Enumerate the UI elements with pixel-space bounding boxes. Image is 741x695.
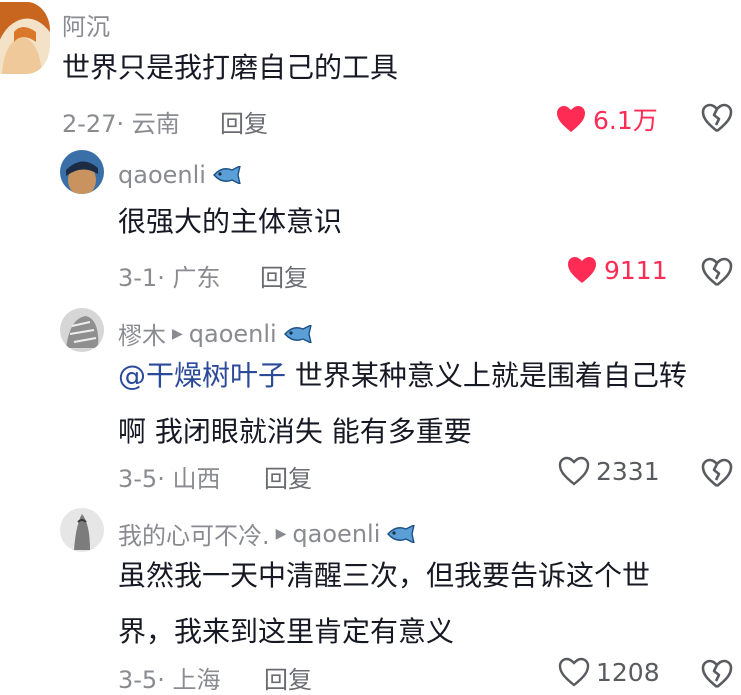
fish-badge-icon — [387, 524, 416, 543]
avatar[interactable] — [60, 150, 104, 194]
like-button[interactable]: 9111 — [566, 255, 668, 285]
like-count: 2331 — [596, 456, 660, 486]
broken-heart-icon[interactable] — [700, 657, 734, 691]
comment-text: @干燥树叶子 世界某种意义上就是围着自己转 啊 我闭眼就消失 能有多重要 — [118, 348, 687, 460]
username[interactable]: 阿沉 — [62, 7, 110, 42]
comment-location: 广东 — [172, 264, 221, 292]
comment-line: 界，我来到这里肯定有意义 — [118, 615, 455, 648]
reply-button[interactable]: 回复 — [264, 660, 312, 695]
username[interactable]: qaoenli — [118, 161, 242, 189]
comment-text: 世界只是我打磨自己的工具 — [62, 40, 398, 96]
comment-line: 啊 我闭眼就消失 能有多重要 — [118, 415, 472, 448]
username[interactable]: 樛木 ▶ qaoenli — [118, 316, 313, 351]
broken-heart-icon[interactable] — [700, 255, 734, 289]
comment-line: 虽然我一天中清醒三次，但我要告诉这个世 — [118, 559, 651, 592]
comment-date: 3-5 — [118, 666, 158, 694]
comment-location: 云南 — [131, 110, 180, 138]
play-arrow-icon: ▶ — [275, 525, 287, 542]
heart-icon — [568, 257, 596, 283]
comment-date: 3-1 — [118, 264, 158, 292]
reply-button[interactable]: 回复 — [264, 459, 312, 494]
reply-button[interactable]: 回复 — [220, 104, 268, 139]
avatar[interactable] — [0, 2, 50, 74]
username-text[interactable]: 樛木 — [118, 316, 166, 351]
comment-line: 世界只是我打磨自己的工具 — [62, 51, 399, 84]
reply-button[interactable]: 回复 — [260, 258, 308, 293]
comment-location: 山西 — [172, 465, 221, 493]
like-count: 9111 — [604, 255, 668, 285]
comment-meta: 3-5· 上海 — [118, 666, 221, 694]
like-count: 1208 — [596, 657, 660, 687]
comment-date: 3-5 — [118, 465, 158, 493]
comment-location: 上海 — [172, 666, 221, 694]
username-text[interactable]: 阿沉 — [62, 7, 110, 42]
comment-line: @干燥树叶子 世界某种意义上就是围着自己转 — [118, 348, 687, 404]
comment-date: 2-27 — [62, 110, 117, 138]
reply-to-username[interactable]: qaoenli — [292, 520, 380, 548]
avatar[interactable] — [60, 308, 104, 352]
like-button[interactable]: 6.1万 — [555, 101, 658, 137]
mention-link[interactable]: @干燥树叶子 — [118, 359, 286, 392]
like-count: 6.1万 — [593, 106, 658, 135]
broken-heart-icon[interactable] — [700, 101, 734, 135]
comment-meta: 3-5· 山西 — [118, 465, 221, 493]
like-button[interactable]: 2331 — [558, 456, 660, 486]
like-button[interactable]: 1208 — [558, 657, 660, 687]
comment-meta: 2-27· 云南 — [62, 110, 180, 138]
reply-to-username[interactable]: qaoenli — [189, 320, 277, 348]
heart-icon — [557, 106, 585, 132]
comment-line-text: 世界某种意义上就是围着自己转 — [286, 359, 687, 392]
fish-badge-icon — [283, 324, 312, 343]
heart-icon — [558, 657, 590, 687]
broken-heart-icon[interactable] — [700, 456, 734, 490]
play-arrow-icon: ▶ — [172, 325, 183, 342]
comment-meta: 3-1· 广东 — [118, 264, 221, 292]
comment-text: 很强大的主体意识 — [118, 194, 342, 250]
heart-icon — [558, 456, 590, 486]
avatar[interactable] — [60, 508, 104, 552]
username[interactable]: 我的心可不冷. ▶ qaoenli — [118, 516, 416, 551]
username-text[interactable]: qaoenli — [118, 161, 206, 189]
fish-badge-icon — [213, 166, 241, 184]
comment-line: 很强大的主体意识 — [118, 205, 343, 238]
username-text[interactable]: 我的心可不冷. — [118, 516, 270, 551]
comment-text: 虽然我一天中清醒三次，但我要告诉这个世 界，我来到这里肯定有意义 — [118, 548, 650, 660]
